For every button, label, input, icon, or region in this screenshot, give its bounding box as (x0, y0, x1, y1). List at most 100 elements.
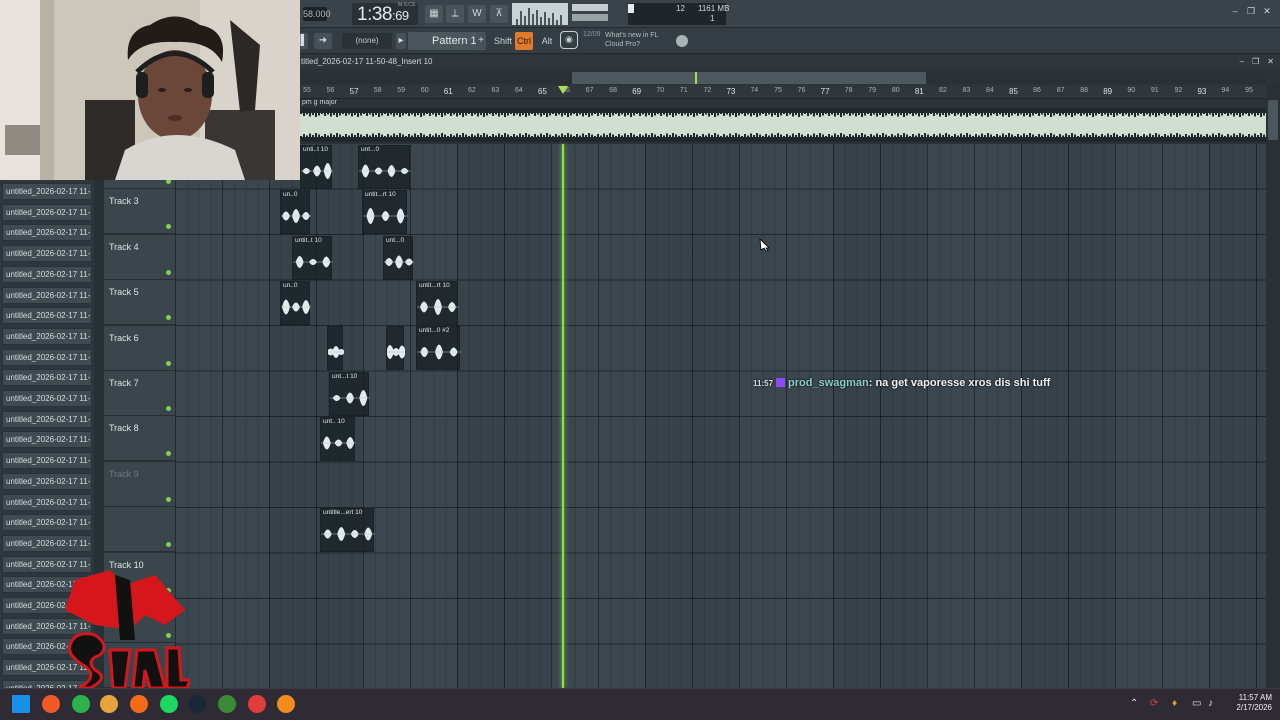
steam-icon[interactable] (188, 695, 206, 713)
browser-file-item[interactable]: untitled_2026-02-17 11-... (2, 245, 92, 263)
master-volume[interactable] (572, 4, 608, 11)
tray-monitor-icon[interactable]: ▭ (1192, 698, 1201, 709)
track-header[interactable]: Track 6 (104, 325, 175, 371)
browser-file-item[interactable]: untitled_2026-02-17 11-... (2, 452, 92, 470)
vertical-scroll-thumb[interactable] (1268, 100, 1278, 140)
news-icon[interactable]: ◉ (560, 31, 578, 49)
browser-file-item[interactable]: untitled_2026-02-17 11-... (2, 369, 92, 387)
playlist-grid[interactable] (175, 144, 1266, 688)
app-icon[interactable] (130, 695, 148, 713)
track-active-led-icon[interactable] (166, 542, 171, 548)
close-icon[interactable]: ✕ (1262, 6, 1272, 16)
track-active-led-icon[interactable] (166, 224, 171, 230)
track-header[interactable]: Track 7 (104, 371, 175, 416)
overview-window[interactable] (572, 72, 926, 84)
browser-file-item[interactable]: untitled_2026-02-17 11-... (2, 203, 92, 221)
audio-clip[interactable]: untit...rt 10 (362, 190, 408, 234)
playhead[interactable] (562, 144, 564, 688)
audio-clip[interactable]: unt...0 (358, 145, 411, 189)
news-text[interactable]: What's new in FL Cloud Pro? (605, 31, 675, 49)
track-active-led-icon[interactable] (166, 496, 171, 502)
track-active-led-icon[interactable] (166, 360, 171, 366)
tray-mic-icon[interactable]: ♦ (1172, 698, 1177, 709)
browser-file-item[interactable]: untitled_2026-02-17 11-... (2, 307, 92, 325)
tray-speaker-icon[interactable]: ♪ (1208, 698, 1213, 709)
track-active-led-icon[interactable] (166, 269, 171, 275)
wait-for-input-icon[interactable]: W (468, 5, 486, 23)
track-header[interactable]: Track 9 (104, 461, 175, 507)
pattern-add-icon[interactable]: + (476, 33, 486, 49)
browser-file-item[interactable]: untitled_2026-02-17 11-... (2, 286, 92, 304)
playlist-minimize-icon[interactable]: – (1240, 57, 1244, 66)
browser-file-item[interactable]: untitled_2026-02-17 11-... (2, 183, 92, 200)
pattern-prev-icon[interactable]: ▸ (396, 33, 406, 49)
pattern-selector[interactable]: Pattern 1 (408, 32, 486, 50)
track-header[interactable] (104, 507, 175, 553)
tray-chevron-icon[interactable]: ⌃ (1130, 698, 1138, 709)
vertical-scrollbar[interactable] (1266, 85, 1280, 688)
snap-select[interactable]: (none) (342, 33, 392, 49)
track-header[interactable]: Track 5 (104, 280, 175, 326)
track-active-led-icon[interactable] (166, 451, 171, 457)
tempo-display[interactable]: 58.000 (303, 7, 331, 21)
ruler-bar-number: 65 (538, 87, 547, 96)
audio-clip[interactable]: untit...rt 10 (416, 281, 459, 325)
shift-button[interactable]: Shift (492, 32, 514, 50)
step-edit-icon[interactable]: ⟂ (446, 5, 464, 23)
browser-file-item[interactable]: untitled_2026-02-17 11-... (2, 224, 92, 242)
chrome-icon[interactable] (72, 695, 90, 713)
audio-clip[interactable] (386, 326, 405, 370)
browser-file-item[interactable]: untitled_2026-02-17 11-... (2, 472, 92, 490)
browser-file-item[interactable]: untitled_2026-02-17 11-... (2, 410, 92, 428)
browser-file-item[interactable]: untitled_2026-02-17 11-... (2, 534, 92, 552)
fl-studio-icon[interactable] (277, 695, 295, 713)
browser-file-item[interactable]: untitled_2026-02-17 11-... (2, 514, 92, 532)
audio-waveform (300, 113, 1266, 137)
audio-clip[interactable]: unt...0 (383, 236, 414, 280)
track-header[interactable]: Track 8 (104, 416, 175, 462)
track-active-led-icon[interactable] (166, 406, 171, 411)
browser-file-item[interactable]: untitled_2026-02-17 11-... (2, 327, 92, 345)
audio-clip[interactable]: unt.. 10 (320, 417, 356, 461)
audio-clip[interactable] (327, 326, 344, 370)
track-header[interactable]: Track 3 (104, 189, 175, 235)
audio-clip[interactable]: untitle...ert 10 (320, 508, 375, 552)
audio-clip[interactable]: untit..t 10 (292, 236, 333, 280)
restore-icon[interactable]: ❐ (1246, 6, 1256, 16)
audio-clip[interactable]: unt...t 10 (329, 372, 370, 416)
playlist-maximize-icon[interactable]: ❐ (1252, 57, 1259, 66)
app-window-controls: – ❐ ✕ (1230, 6, 1272, 16)
browser-icon[interactable] (100, 695, 118, 713)
brave-icon[interactable] (42, 695, 60, 713)
minimize-icon[interactable]: – (1230, 6, 1240, 16)
globe-icon[interactable] (676, 35, 688, 47)
browser-file-item[interactable]: untitled_2026-02-17 11-... (2, 493, 92, 511)
obs-icon[interactable] (248, 695, 266, 713)
taskbar-clock[interactable]: 11:57 AM 2/17/2026 (1222, 693, 1272, 713)
track-active-led-icon[interactable] (166, 315, 171, 321)
playlist-close-icon[interactable]: ✕ (1267, 57, 1274, 66)
browser-file-item[interactable]: untitled_2026-02-17 11-... (2, 348, 92, 366)
spotify-icon[interactable] (160, 695, 178, 713)
clip-waveform (417, 344, 461, 360)
master-pitch[interactable] (572, 14, 608, 21)
game-icon[interactable] (218, 695, 236, 713)
typing-keyboard-icon[interactable]: ▦ (425, 5, 443, 23)
ctrl-button[interactable]: Ctrl (515, 32, 533, 50)
audio-clip[interactable]: unti..t 10 (300, 145, 333, 189)
metronome-icon[interactable]: ⊼ (490, 5, 508, 23)
track-header[interactable]: Track 4 (104, 234, 175, 280)
browser-file-item[interactable]: untitled_2026-02-17 11-... (2, 390, 92, 407)
audio-clip[interactable]: un..0 (280, 281, 311, 325)
browser-file-item[interactable]: untitled_2026-02-17 11-... (2, 265, 92, 283)
alt-button[interactable]: Alt (538, 32, 556, 50)
arrow-right-icon[interactable]: ➜ (314, 33, 332, 49)
tray-refresh-icon[interactable]: ⟳ (1150, 698, 1158, 709)
windows-start-icon[interactable] (12, 695, 30, 713)
audio-clip[interactable]: untit...0 #2 (416, 326, 461, 370)
track-name: Track 7 (109, 378, 139, 388)
browser-file-item[interactable]: untitled_2026-02-17 11-... (2, 431, 92, 449)
toolbar-grip-icon[interactable]: ▌ (300, 33, 308, 49)
audio-clip[interactable]: un..0 (280, 190, 311, 234)
song-position-marker[interactable] (558, 86, 568, 94)
